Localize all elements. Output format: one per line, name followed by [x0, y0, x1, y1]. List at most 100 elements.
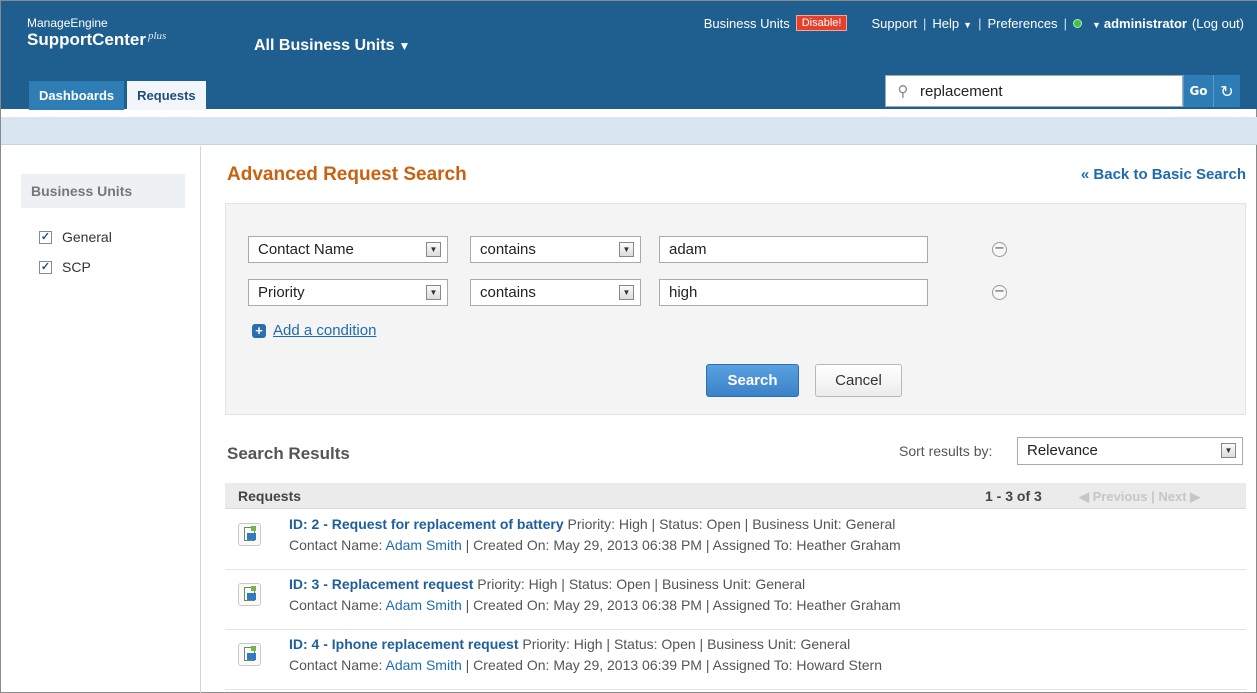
request-title-link[interactable]: ID: 3 - Replacement request: [289, 576, 473, 592]
cancel-button[interactable]: Cancel: [815, 364, 902, 397]
checkbox-checked-icon[interactable]: ✓: [39, 230, 52, 244]
sidebar-item-scp[interactable]: ✓ SCP: [39, 259, 91, 275]
request-meta: Priority: High | Status: Open | Business…: [477, 576, 806, 592]
request-icon: [238, 523, 261, 546]
request-details-text: | Created On: May 29, 2013 06:38 PM | As…: [461, 537, 901, 553]
request-details: Contact Name: Adam Smith | Created On: M…: [289, 537, 901, 553]
sidebar-item-label: SCP: [62, 259, 91, 275]
sort-select[interactable]: Relevance ▼: [1017, 437, 1243, 465]
request-meta: Priority: High | Status: Open | Business…: [522, 636, 851, 652]
contact-label: Contact Name:: [289, 597, 386, 613]
caret-down-icon: ▼: [1091, 19, 1101, 30]
request-icon: [238, 643, 261, 666]
pagination: ◀ Previous | Next ▶: [1079, 489, 1201, 504]
user-name: administrator: [1103, 15, 1187, 31]
caret-down-icon: ▼: [963, 19, 973, 30]
remove-condition-icon[interactable]: −: [992, 242, 1007, 257]
search-criteria-panel: Contact Name ▼ contains ▼ adam − Priorit…: [225, 203, 1246, 415]
results-title: Search Results: [227, 444, 350, 463]
business-unit-selector[interactable]: All Business Units ▼: [254, 37, 410, 55]
global-search: ⚲ Go ↻: [885, 75, 1240, 107]
list-item: ID: 3 - Replacement request Priority: Hi…: [225, 570, 1246, 630]
app-header: ManageEngine SupportCenter plus All Busin…: [1, 1, 1257, 110]
contact-link[interactable]: Adam Smith: [386, 657, 462, 673]
sort-label: Sort results by:: [899, 443, 993, 459]
tab-requests[interactable]: Requests: [127, 81, 206, 110]
condition-field-select[interactable]: Contact Name ▼: [248, 236, 448, 263]
brand-edition: plus: [148, 30, 167, 42]
dropdown-arrow-icon: ▼: [426, 242, 441, 257]
contact-label: Contact Name:: [289, 537, 386, 553]
add-condition-label: Add a condition: [273, 322, 377, 339]
search-field: ⚲: [885, 75, 1183, 107]
contact-link[interactable]: Adam Smith: [386, 597, 462, 613]
contact-link[interactable]: Adam Smith: [386, 537, 462, 553]
checkbox-checked-icon[interactable]: ✓: [39, 260, 52, 274]
page-title: Advanced Request Search: [227, 164, 467, 185]
main-tabs: Dashboards Requests: [29, 81, 209, 110]
condition-operator-select[interactable]: contains ▼: [470, 236, 641, 263]
logout-link[interactable]: (Log out): [1192, 16, 1244, 31]
tab-dashboards[interactable]: Dashboards: [29, 81, 125, 110]
condition-row: Priority ▼ contains ▼ high −: [248, 279, 1228, 306]
request-title-link[interactable]: ID: 2 - Request for replacement of batte…: [289, 516, 564, 532]
caret-down-icon: ▼: [398, 39, 411, 53]
request-summary: ID: 2 - Request for replacement of batte…: [289, 516, 895, 532]
dropdown-arrow-icon: ▼: [426, 285, 441, 300]
dropdown-arrow-icon: ▼: [1221, 443, 1236, 458]
results-header-bar: Requests 1 - 3 of 3 ◀ Previous | Next ▶: [225, 483, 1246, 509]
divider: |: [1063, 15, 1067, 31]
condition-field-value: Priority: [258, 284, 305, 301]
request-details-text: | Created On: May 29, 2013 06:39 PM | As…: [461, 657, 882, 673]
condition-operator-value: contains: [480, 284, 536, 301]
dropdown-arrow-icon: ▼: [619, 242, 634, 257]
brand-vendor: ManageEngine: [27, 16, 108, 30]
sidebar-title: Business Units: [21, 174, 185, 208]
request-icon: [238, 583, 261, 606]
search-input[interactable]: [920, 82, 1120, 100]
user-menu[interactable]: ▼ administrator: [1088, 16, 1187, 31]
preferences-link[interactable]: Preferences: [987, 16, 1057, 31]
advanced-search-icon[interactable]: ↻: [1213, 75, 1240, 107]
remove-condition-icon[interactable]: −: [992, 285, 1007, 300]
sub-toolbar: [1, 117, 1257, 145]
sidebar: Business Units ✓ General ✓ SCP: [1, 146, 201, 693]
condition-value-input[interactable]: high: [659, 279, 928, 306]
condition-field-value: Contact Name: [258, 241, 354, 258]
request-details: Contact Name: Adam Smith | Created On: M…: [289, 657, 882, 673]
condition-operator-select[interactable]: contains ▼: [470, 279, 641, 306]
request-title-link[interactable]: ID: 4 - Iphone replacement request: [289, 636, 519, 652]
brand-product: SupportCenter: [27, 30, 146, 49]
support-link[interactable]: Support: [871, 16, 917, 31]
contact-label: Contact Name:: [289, 657, 386, 673]
dropdown-arrow-icon: ▼: [619, 285, 634, 300]
help-label: Help: [932, 15, 960, 31]
request-summary: ID: 4 - Iphone replacement request Prior…: [289, 636, 850, 652]
business-unit-selector-label: All Business Units: [254, 37, 395, 54]
condition-row: Contact Name ▼ contains ▼ adam −: [248, 236, 1228, 263]
sidebar-item-general[interactable]: ✓ General: [39, 229, 112, 245]
condition-operator-value: contains: [480, 241, 536, 258]
condition-field-select[interactable]: Priority ▼: [248, 279, 448, 306]
search-go-button[interactable]: Go: [1183, 75, 1213, 107]
logo[interactable]: ManageEngine SupportCenter plus: [27, 17, 166, 50]
help-menu[interactable]: Help ▼: [932, 16, 972, 31]
request-summary: ID: 3 - Replacement request Priority: Hi…: [289, 576, 805, 592]
add-condition-link[interactable]: + Add a condition: [252, 322, 376, 339]
results-bar-label: Requests: [238, 488, 302, 504]
condition-value-input[interactable]: adam: [659, 236, 928, 263]
list-item: ID: 4 - Iphone replacement request Prior…: [225, 630, 1246, 690]
business-units-label: Business Units: [703, 15, 790, 31]
results-count: 1 - 3 of 3: [985, 488, 1042, 504]
request-details: Contact Name: Adam Smith | Created On: M…: [289, 597, 901, 613]
request-details-text: | Created On: May 29, 2013 06:38 PM | As…: [461, 597, 901, 613]
disable-business-units-button[interactable]: Disable!: [795, 15, 848, 31]
plus-icon: +: [252, 323, 266, 338]
divider: |: [923, 15, 927, 31]
search-button[interactable]: Search: [706, 364, 799, 397]
divider: |: [978, 15, 982, 31]
list-item: ID: 2 - Request for replacement of batte…: [225, 510, 1246, 570]
online-status-icon: [1072, 18, 1082, 28]
back-to-basic-search-link[interactable]: « Back to Basic Search: [1081, 166, 1246, 183]
sidebar-item-label: General: [62, 229, 112, 245]
